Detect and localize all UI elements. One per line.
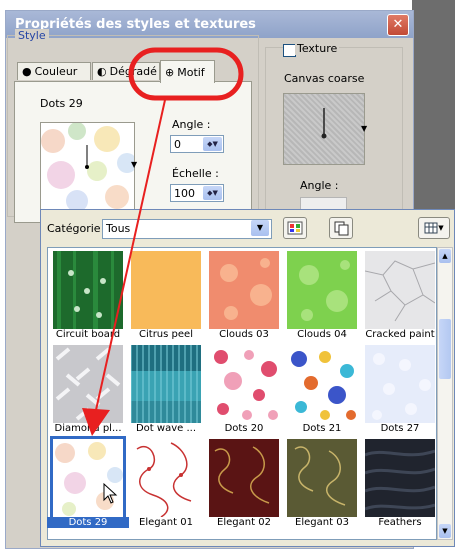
pattern-scrollbar[interactable]	[437, 247, 453, 540]
palette-icon	[287, 221, 303, 235]
pattern-name: Dots 29	[40, 97, 83, 110]
pattern-label: Dots 20	[224, 423, 264, 434]
clouds-03-swatch-icon	[209, 251, 279, 329]
texture-pin-icon	[321, 108, 327, 139]
elegant-03-swatch-icon	[287, 439, 357, 517]
dots-20-swatch-icon	[209, 345, 279, 423]
pattern-tile[interactable]: Dots 27	[359, 341, 435, 435]
texture-angle-label: Angle :	[300, 179, 339, 192]
pattern-label: Clouds 04	[297, 329, 347, 340]
chevron-down-icon[interactable]: ▼	[251, 220, 269, 236]
tab-label: Dégradé	[109, 65, 157, 78]
view-options-button[interactable]: ▼	[418, 217, 450, 239]
pattern-label: Elegant 03	[295, 517, 349, 528]
circle-icon: ●	[22, 65, 32, 78]
angle-input[interactable]: 0 ◆▼	[170, 135, 224, 153]
style-group-label: Style	[15, 29, 49, 42]
pattern-tile-selected[interactable]: Dots 29	[47, 435, 129, 529]
tab-label: Motif	[177, 65, 205, 79]
scale-input[interactable]: 100 ◆▼	[170, 184, 224, 202]
pattern-label: Dot wave ...	[135, 423, 196, 434]
grid-view-icon	[424, 222, 438, 234]
pattern-tile[interactable]: Elegant 02	[203, 435, 279, 529]
clouds-04-swatch-icon	[287, 251, 357, 329]
scale-value: 100	[174, 187, 195, 200]
spin-dropdown-icon[interactable]: ◆▼	[203, 186, 222, 200]
pattern-label: Elegant 02	[217, 517, 271, 528]
close-button[interactable]: ✕	[387, 14, 409, 36]
pattern-label: Feathers	[378, 517, 422, 528]
pattern-tile[interactable]: Diamond pl...	[47, 341, 123, 435]
title-bar: Propriétés des styles et textures ✕	[6, 11, 413, 38]
tab-label: Couleur	[34, 65, 78, 78]
tab-degrade[interactable]: ◐ Dégradé	[92, 62, 160, 80]
pattern-label: Circuit board	[55, 329, 121, 340]
pattern-tile[interactable]: Elegant 01	[125, 435, 201, 529]
pattern-preview[interactable]	[40, 122, 137, 212]
copy-icon	[334, 221, 349, 236]
dots-pattern-icon	[41, 122, 137, 212]
palette-icon-button[interactable]	[283, 217, 307, 239]
spin-dropdown-icon[interactable]: ◆▼	[203, 137, 222, 151]
circuit-board-swatch-icon	[53, 251, 123, 329]
pattern-tile[interactable]: Feathers	[359, 435, 435, 529]
pattern-tile[interactable]: Elegant 03	[281, 435, 357, 529]
scroll-up-icon[interactable]: ▲	[439, 249, 451, 263]
pattern-label: Dots 27	[380, 423, 420, 434]
cracked-paint-swatch-icon	[365, 251, 435, 329]
pattern-tile[interactable]: Circuit board	[47, 247, 123, 341]
pattern-label: Cracked paint	[365, 329, 435, 340]
window-title: Propriétés des styles et textures	[15, 17, 256, 32]
pattern-label: Diamond pl...	[54, 423, 122, 434]
texture-dropdown-arrow[interactable]: ▼	[361, 124, 367, 133]
pattern-dropdown-arrow[interactable]: ▼	[131, 160, 137, 169]
pattern-label: Clouds 03	[219, 329, 269, 340]
pattern-label: Elegant 01	[139, 517, 193, 528]
dots-21-swatch-icon	[287, 345, 357, 423]
citrus-peel-swatch-icon	[131, 251, 201, 329]
elegant-02-swatch-icon	[209, 439, 279, 517]
pattern-tile[interactable]: Dots 21	[281, 341, 357, 435]
feathers-swatch-icon	[365, 439, 435, 517]
angle-label: Angle :	[172, 118, 211, 131]
pattern-tile[interactable]: Clouds 04	[281, 247, 357, 341]
pattern-tile[interactable]: Dot wave ...	[125, 341, 201, 435]
category-value: Tous	[106, 222, 131, 235]
dots-27-swatch-icon	[365, 345, 435, 423]
background-area	[412, 0, 455, 210]
angle-value: 0	[174, 138, 181, 151]
pattern-tile[interactable]: Cracked paint	[359, 247, 435, 341]
texture-name: Canvas coarse	[284, 72, 365, 85]
dots-29-swatch-icon	[50, 436, 126, 520]
pattern-tile[interactable]: Dots 20	[203, 341, 279, 435]
pattern-tile[interactable]: Clouds 03	[203, 247, 279, 341]
half-circle-icon: ◐	[97, 65, 107, 78]
globe-icon: ⊕	[165, 65, 175, 79]
copy-icon-button[interactable]	[329, 217, 353, 239]
elegant-01-swatch-icon	[131, 439, 201, 517]
pattern-label: Dots 29	[47, 517, 129, 528]
tab-motif[interactable]: ⊕ Motif	[160, 60, 215, 83]
dot-wave-swatch-icon	[131, 345, 201, 423]
diamond-plate-swatch-icon	[53, 345, 123, 423]
scale-label: Échelle :	[172, 167, 219, 180]
pattern-label: Citrus peel	[139, 329, 193, 340]
category-label: Catégorie	[47, 222, 101, 235]
texture-preview[interactable]	[283, 93, 365, 165]
tab-couleur[interactable]: ● Couleur	[17, 62, 91, 80]
texture-label: Texture	[295, 42, 340, 55]
scrollbar-thumb[interactable]	[439, 319, 451, 379]
pattern-label: Dots 21	[302, 423, 342, 434]
pattern-tile[interactable]: Citrus peel	[125, 247, 201, 341]
